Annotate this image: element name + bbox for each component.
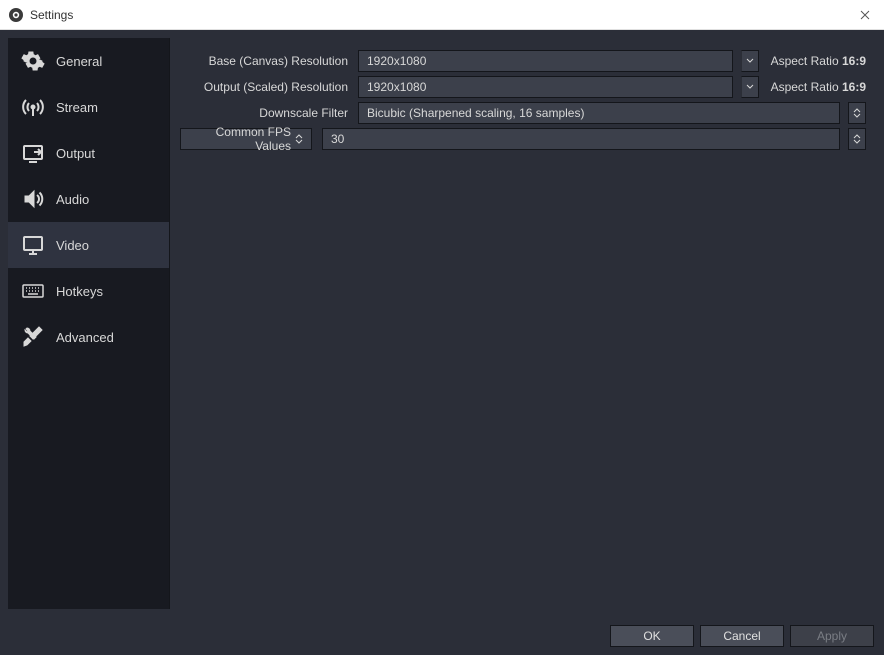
downscale-filter-label: Downscale Filter xyxy=(180,106,350,120)
sidebar-item-label: Output xyxy=(56,146,95,161)
cancel-button[interactable]: Cancel xyxy=(700,625,784,647)
output-resolution-combo[interactable]: 1920x1080 xyxy=(358,76,733,98)
settings-content: Base (Canvas) Resolution 1920x1080 Aspec… xyxy=(170,38,876,609)
speaker-icon xyxy=(20,186,46,212)
updown-icon xyxy=(295,134,303,144)
base-resolution-label: Base (Canvas) Resolution xyxy=(180,54,350,68)
output-aspect-ratio: Aspect Ratio 16:9 xyxy=(767,80,866,94)
gear-icon xyxy=(20,48,46,74)
sidebar-item-label: General xyxy=(56,54,102,69)
sidebar-item-output[interactable]: Output xyxy=(8,130,169,176)
ok-button[interactable]: OK xyxy=(610,625,694,647)
titlebar: Settings xyxy=(0,0,884,30)
app-icon xyxy=(8,7,24,23)
settings-sidebar: General Stream Output Audio Video xyxy=(8,38,170,609)
sidebar-item-audio[interactable]: Audio xyxy=(8,176,169,222)
chevron-down-icon[interactable] xyxy=(741,50,759,72)
sidebar-item-label: Hotkeys xyxy=(56,284,103,299)
sidebar-item-hotkeys[interactable]: Hotkeys xyxy=(8,268,169,314)
chevron-down-icon[interactable] xyxy=(741,76,759,98)
sidebar-item-label: Video xyxy=(56,238,89,253)
dialog-footer: OK Cancel Apply xyxy=(0,617,884,655)
output-resolution-label: Output (Scaled) Resolution xyxy=(180,80,350,94)
close-icon[interactable] xyxy=(860,10,870,20)
monitor-icon xyxy=(20,232,46,258)
sidebar-item-general[interactable]: General xyxy=(8,38,169,84)
base-resolution-combo[interactable]: 1920x1080 xyxy=(358,50,733,72)
sidebar-item-label: Advanced xyxy=(56,330,114,345)
keyboard-icon xyxy=(20,278,46,304)
antenna-icon xyxy=(20,94,46,120)
updown-icon[interactable] xyxy=(848,128,866,150)
fps-value-combo[interactable]: 30 xyxy=(322,128,840,150)
sidebar-item-stream[interactable]: Stream xyxy=(8,84,169,130)
updown-icon[interactable] xyxy=(848,102,866,124)
output-icon xyxy=(20,140,46,166)
apply-button: Apply xyxy=(790,625,874,647)
sidebar-item-video[interactable]: Video xyxy=(8,222,169,268)
fps-type-combo[interactable]: Common FPS Values xyxy=(180,128,312,150)
base-aspect-ratio: Aspect Ratio 16:9 xyxy=(767,54,866,68)
downscale-filter-combo[interactable]: Bicubic (Sharpened scaling, 16 samples) xyxy=(358,102,840,124)
sidebar-item-label: Stream xyxy=(56,100,98,115)
sidebar-item-label: Audio xyxy=(56,192,89,207)
sidebar-item-advanced[interactable]: Advanced xyxy=(8,314,169,360)
tools-icon xyxy=(20,324,46,350)
window-title: Settings xyxy=(30,8,73,22)
